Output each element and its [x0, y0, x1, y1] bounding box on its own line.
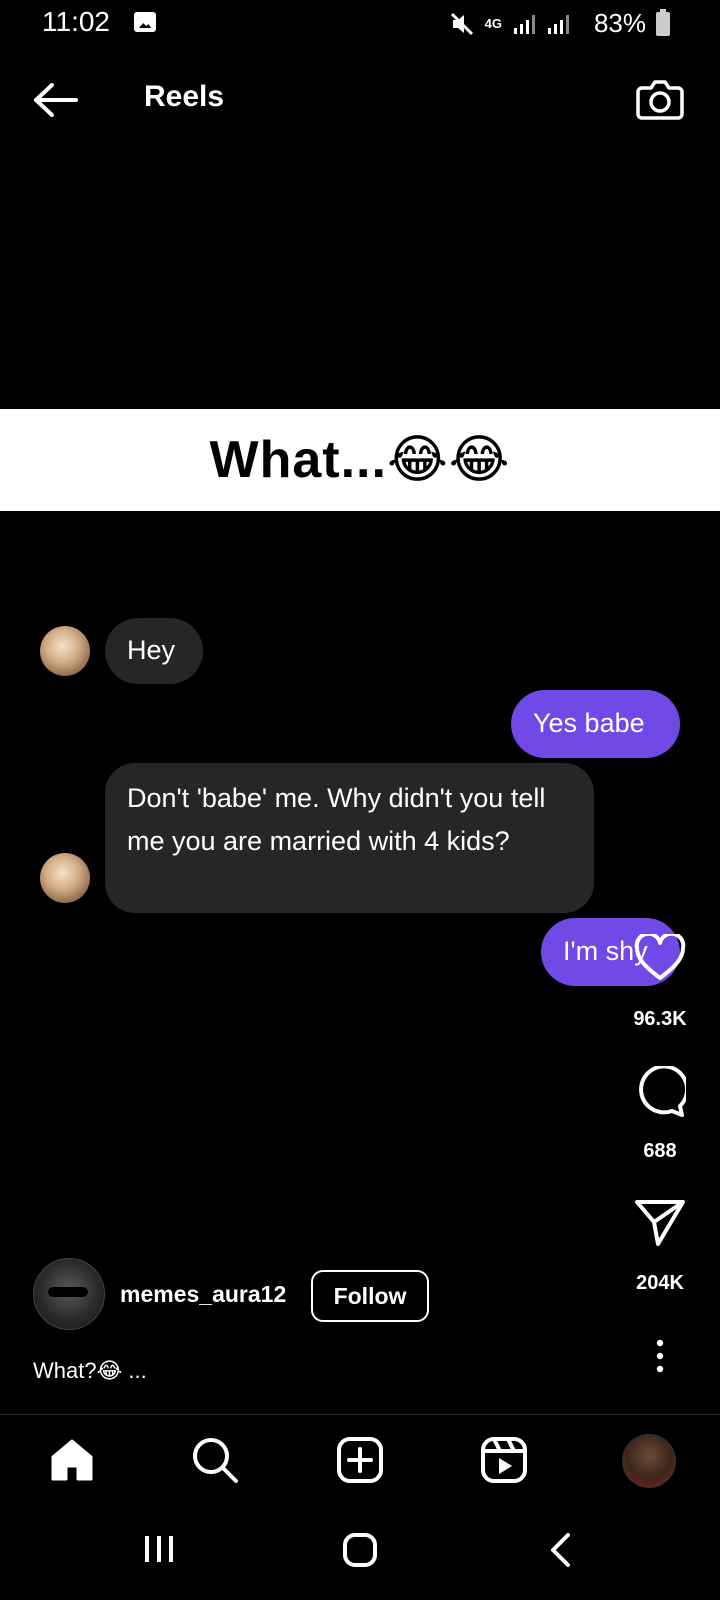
chat-message-text: Hey	[127, 635, 176, 665]
create-icon[interactable]	[335, 1435, 385, 1485]
comment-icon[interactable]	[634, 1066, 686, 1118]
comment-count: 688	[643, 1140, 677, 1162]
chat-avatar	[40, 626, 90, 676]
search-icon[interactable]	[190, 1435, 240, 1485]
divider	[0, 1414, 720, 1415]
chat-bubble-sent: Yes babe	[511, 690, 680, 758]
battery-percentage: 83%	[593, 8, 646, 38]
share-count: 204K	[636, 1272, 684, 1294]
network-type: 4G	[484, 15, 502, 31]
home-icon[interactable]	[47, 1435, 97, 1485]
chat-bubble-received: Don't 'babe' me. Why didn't you tell me …	[105, 763, 594, 913]
status-bar: 11:02 4G 83%	[0, 0, 720, 48]
reel-caption-overlay: What...😂😂	[0, 409, 720, 511]
post-caption[interactable]: What?😂 ...	[33, 1358, 147, 1384]
like-count: 96.3K	[633, 1008, 687, 1030]
author-avatar[interactable]	[33, 1258, 105, 1330]
heart-icon[interactable]	[634, 934, 686, 982]
signal-icon	[513, 14, 569, 34]
reels-icon[interactable]	[479, 1435, 529, 1485]
status-time: 11:02	[42, 6, 110, 37]
reel-caption-text: What...😂😂	[209, 431, 511, 489]
chat-avatar	[40, 853, 90, 903]
chat-message-text: Yes babe	[533, 708, 645, 738]
follow-button[interactable]: Follow	[311, 1270, 429, 1322]
camera-icon[interactable]	[636, 76, 684, 122]
status-indicators: 4G 83%	[449, 8, 670, 39]
mute-icon	[450, 12, 473, 35]
battery-icon	[656, 8, 670, 36]
chat-message-text: Don't 'babe' me. Why didn't you tell me …	[127, 783, 546, 856]
paper-plane-icon[interactable]	[634, 1198, 686, 1248]
back-button-icon[interactable]	[548, 1532, 572, 1568]
home-button-icon[interactable]	[342, 1532, 378, 1568]
more-vertical-icon[interactable]	[650, 1338, 670, 1374]
gallery-notification-icon	[134, 12, 156, 32]
chat-bubble-received: Hey	[105, 618, 203, 684]
arrow-left-icon[interactable]	[32, 82, 78, 118]
recent-apps-icon[interactable]	[142, 1532, 176, 1566]
author-username[interactable]: memes_aura12	[120, 1281, 286, 1308]
page-title: Reels	[144, 80, 225, 113]
profile-avatar[interactable]	[622, 1434, 676, 1488]
